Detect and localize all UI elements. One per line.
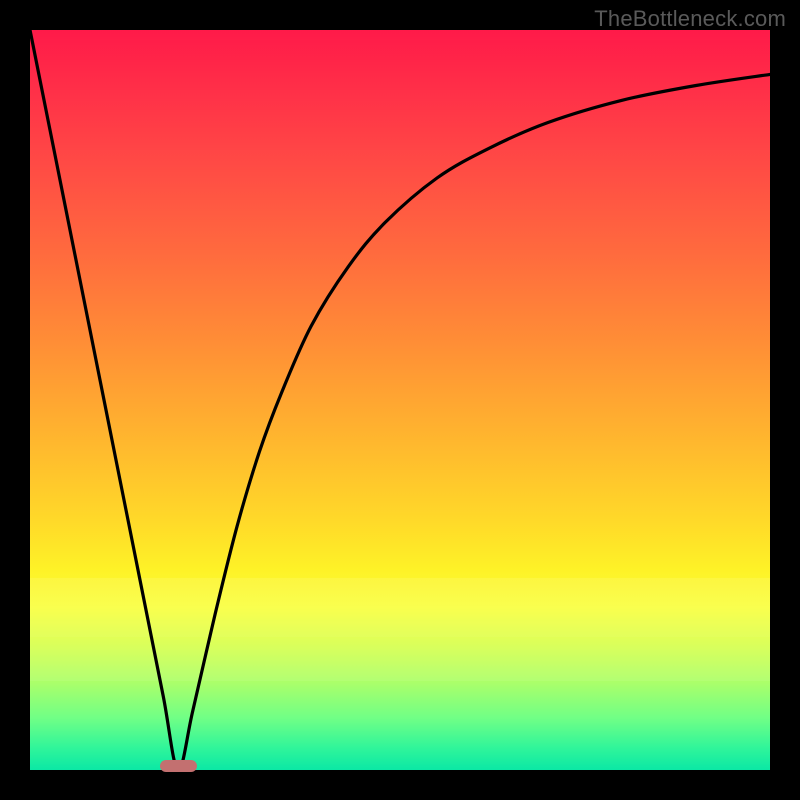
chart-curve <box>30 30 770 770</box>
bottleneck-marker <box>160 760 197 772</box>
chart-frame: TheBottleneck.com <box>0 0 800 800</box>
chart-curve-svg <box>30 30 770 770</box>
watermark-text: TheBottleneck.com <box>594 6 786 32</box>
plot-area <box>30 30 770 770</box>
